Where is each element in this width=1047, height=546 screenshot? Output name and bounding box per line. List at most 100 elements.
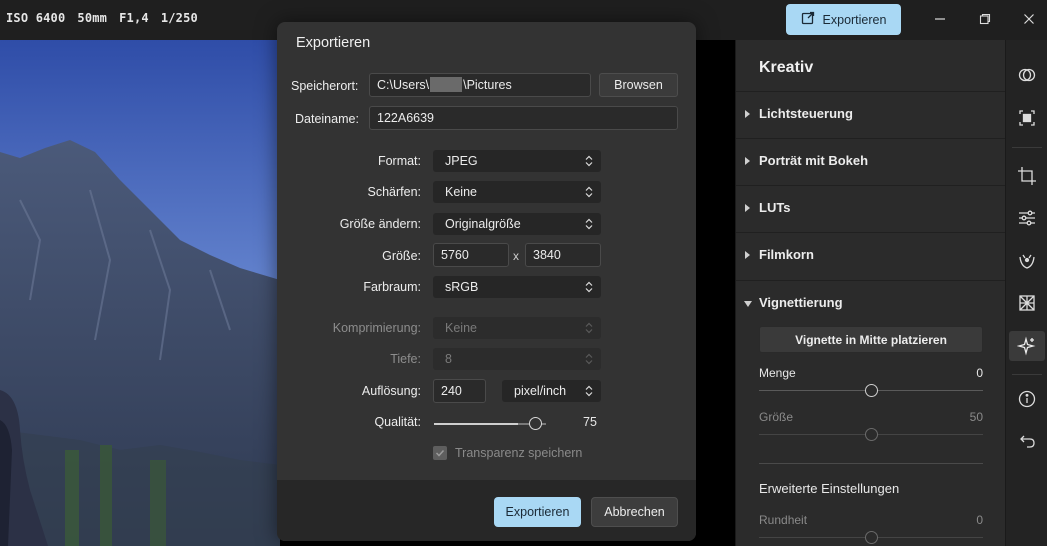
section-label: Vignettierung — [759, 295, 843, 310]
layers-icon[interactable] — [1017, 65, 1037, 85]
resize-label: Größe ändern: — [339, 217, 421, 231]
depth-select: 8 — [433, 348, 601, 370]
minimize-button[interactable] — [928, 8, 952, 32]
compression-label: Komprimierung: — [332, 321, 421, 335]
transparency-label: Transparenz speichern — [455, 446, 583, 460]
compression-value: Keine — [445, 321, 477, 335]
sharpen-value: Keine — [445, 185, 477, 199]
filename-field[interactable]: 122A6639 — [369, 106, 678, 130]
slider-menge: Menge 0 — [759, 366, 983, 402]
chevron-right-icon — [745, 204, 750, 212]
dialog-title: Exportieren — [296, 35, 371, 51]
chevron-right-icon — [745, 110, 750, 118]
slider-rundheit: Rundheit 0 — [759, 513, 983, 546]
slider-label: Rundheit — [759, 513, 808, 527]
top-export-button[interactable]: Exportieren — [786, 4, 901, 35]
creative-panel: Kreativ Lichtsteuerung Porträt mit Bokeh… — [735, 40, 1006, 546]
updown-chevron-icon — [585, 218, 593, 230]
size-label: Größe: — [382, 249, 421, 263]
undo-icon[interactable] — [1017, 431, 1037, 451]
resize-select[interactable]: Originalgröße — [433, 213, 601, 235]
exif-shutter: 1/250 — [160, 11, 198, 25]
chevron-right-icon — [745, 157, 750, 165]
updown-chevron-icon — [585, 322, 593, 334]
colorspace-value: sRGB — [445, 280, 479, 294]
section-filmkorn[interactable]: Filmkorn — [736, 232, 1006, 279]
colorspace-label: Farbraum: — [363, 280, 421, 294]
sharpen-label: Schärfen: — [367, 185, 421, 199]
section-label: Porträt mit Bokeh — [759, 153, 869, 168]
resolution-unit-select[interactable]: pixel/inch — [502, 380, 601, 402]
slider-thumb[interactable] — [864, 531, 878, 544]
height-field[interactable]: 3840 — [525, 243, 601, 267]
format-label: Format: — [377, 154, 421, 168]
section-label: Lichtsteuerung — [759, 106, 853, 121]
colorspace-select[interactable]: sRGB — [433, 276, 601, 298]
heal-icon[interactable] — [1017, 251, 1037, 271]
crop-icon[interactable] — [1017, 166, 1037, 186]
rail-separator — [1012, 374, 1042, 375]
section-vignettierung[interactable]: Vignettierung — [736, 280, 1006, 327]
redacted-username — [430, 77, 463, 92]
resize-value: Originalgröße — [445, 217, 521, 231]
quality-slider-thumb[interactable] — [529, 417, 542, 430]
exif-focal-length: 50mm — [77, 11, 108, 25]
times-symbol: x — [513, 249, 519, 263]
slider-groesse: Größe 50 — [759, 410, 983, 446]
sharpen-select[interactable]: Keine — [433, 181, 601, 203]
slider-label: Menge — [759, 366, 796, 380]
section-lichtsteuerung[interactable]: Lichtsteuerung — [736, 91, 1006, 138]
exif-aperture: F1,4 — [119, 11, 149, 25]
center-vignette-button[interactable]: Vignette in Mitte platzieren — [759, 326, 983, 353]
resolution-field[interactable]: 240 — [433, 379, 486, 403]
slider-value: 0 — [976, 366, 983, 380]
adjustments-icon[interactable] — [1017, 208, 1037, 228]
chevron-right-icon — [745, 251, 750, 259]
section-label: LUTs — [759, 200, 791, 215]
slider-thumb[interactable] — [864, 428, 878, 441]
panel-divider — [759, 463, 983, 464]
width-field[interactable]: 5760 — [433, 243, 509, 267]
depth-value: 8 — [445, 352, 452, 366]
rail-separator — [1012, 147, 1042, 148]
slider-thumb[interactable] — [864, 384, 878, 397]
restore-button[interactable] — [973, 8, 997, 32]
checkmark-icon — [435, 449, 445, 457]
section-luts[interactable]: LUTs — [736, 185, 1006, 232]
close-button[interactable] — [1017, 8, 1041, 32]
grid-icon[interactable] — [1017, 293, 1037, 313]
export-button[interactable]: Exportieren — [494, 497, 581, 527]
sparkle-icon[interactable] — [1016, 336, 1037, 356]
minimize-icon — [934, 13, 946, 28]
chevron-down-icon — [744, 301, 752, 307]
exif-iso: ISO 6400 — [6, 11, 66, 25]
depth-label: Tiefe: — [390, 352, 421, 366]
location-field[interactable]: C:\Users\ \Pictures — [369, 73, 591, 97]
top-export-label: Exportieren — [822, 12, 887, 27]
browse-button[interactable]: Browsen — [599, 73, 678, 97]
location-suffix: \Pictures — [463, 78, 512, 92]
close-icon — [1023, 13, 1035, 28]
cancel-button[interactable]: Abbrechen — [591, 497, 678, 527]
updown-chevron-icon — [585, 186, 593, 198]
section-portrait-bokeh[interactable]: Porträt mit Bokeh — [736, 138, 1006, 185]
location-label: Speicherort: — [291, 79, 359, 93]
compression-select: Keine — [433, 317, 601, 339]
slider-value: 50 — [969, 410, 983, 424]
transparency-checkbox — [433, 446, 447, 460]
updown-chevron-icon — [585, 155, 593, 167]
quality-label: Qualität: — [374, 415, 421, 429]
location-prefix: C:\Users\ — [377, 78, 430, 92]
export-icon — [801, 11, 815, 28]
info-icon[interactable] — [1017, 389, 1037, 409]
slider-value: 0 — [976, 513, 983, 527]
format-select[interactable]: JPEG — [433, 150, 601, 172]
tool-rail — [1005, 40, 1047, 546]
format-value: JPEG — [445, 154, 478, 168]
updown-chevron-icon — [585, 281, 593, 293]
slider-label: Größe — [759, 410, 794, 424]
select-subject-icon[interactable] — [1017, 108, 1037, 128]
restore-icon — [979, 13, 991, 28]
resolution-label: Auflösung: — [361, 384, 421, 398]
updown-chevron-icon — [585, 385, 593, 397]
